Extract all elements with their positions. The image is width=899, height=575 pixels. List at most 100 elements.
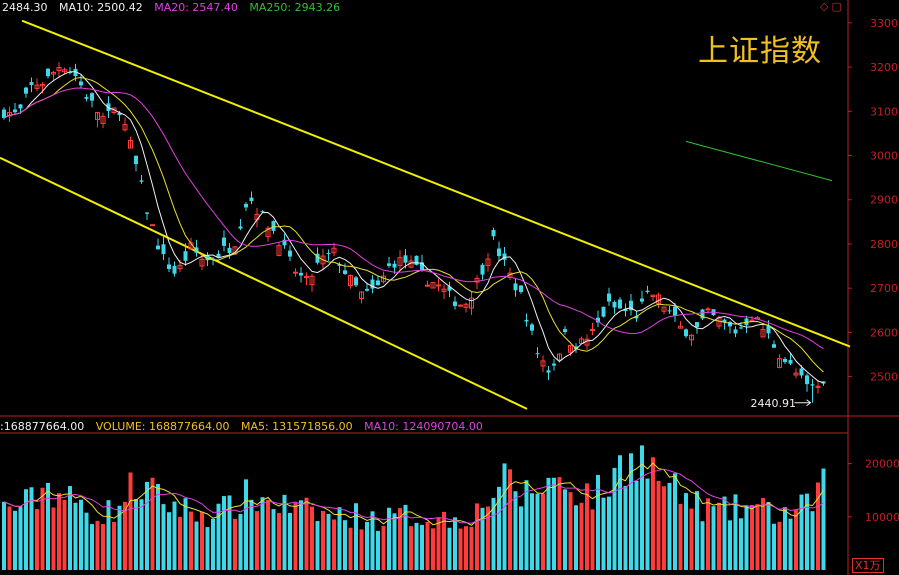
candle-body bbox=[403, 255, 408, 263]
volume-bar bbox=[310, 506, 314, 570]
volume-bar bbox=[821, 468, 826, 570]
volume-bar bbox=[178, 516, 182, 570]
volume-bar bbox=[585, 483, 589, 570]
volume-bar bbox=[255, 511, 259, 570]
candle-body bbox=[414, 255, 419, 265]
volume-bar bbox=[706, 498, 710, 570]
volume-bar bbox=[194, 521, 199, 570]
volume-bar bbox=[150, 477, 155, 570]
volume-bar bbox=[711, 506, 716, 570]
volume-bar bbox=[546, 477, 551, 570]
diamond-icon[interactable]: ◇ bbox=[820, 0, 828, 13]
volume-bar bbox=[288, 512, 292, 570]
volume-bar bbox=[337, 507, 342, 570]
volume-bar bbox=[2, 501, 6, 570]
volume-bar bbox=[761, 498, 765, 570]
volume-bar bbox=[739, 518, 743, 570]
candle-body bbox=[524, 319, 529, 322]
volume-bar bbox=[458, 528, 463, 570]
volume-bar bbox=[277, 512, 281, 570]
candle-body bbox=[772, 344, 776, 348]
volume-bar bbox=[601, 497, 606, 570]
price-tick-label: 3300 bbox=[870, 17, 898, 30]
price-tick-label: 2700 bbox=[870, 282, 898, 295]
volume-bar bbox=[541, 493, 545, 570]
volume-bar bbox=[106, 500, 111, 570]
volume-bar bbox=[370, 511, 375, 570]
volume-bar bbox=[326, 513, 331, 570]
volume-bar bbox=[381, 525, 386, 570]
window-icon[interactable]: ▢ bbox=[831, 0, 841, 13]
volume-bar bbox=[84, 512, 89, 570]
volume-bar bbox=[18, 506, 23, 570]
candle-body bbox=[156, 245, 160, 250]
volume-bar bbox=[519, 506, 523, 570]
volume-bar bbox=[134, 498, 138, 570]
candle-body bbox=[513, 283, 518, 291]
candle-body bbox=[491, 230, 496, 237]
volume-bar bbox=[24, 489, 28, 570]
candle-body bbox=[145, 212, 149, 214]
volume-bar bbox=[607, 496, 611, 570]
price-tick-label: 2800 bbox=[870, 238, 898, 251]
volume-bar bbox=[172, 501, 177, 570]
volume-bar bbox=[266, 499, 270, 570]
volume-bar bbox=[183, 498, 188, 570]
candle-body bbox=[387, 263, 391, 266]
price-tick-label: 2900 bbox=[870, 194, 898, 207]
candle-body bbox=[607, 293, 611, 302]
volume-bar bbox=[227, 495, 232, 570]
volume-bar bbox=[260, 497, 265, 570]
volume-bar bbox=[139, 499, 144, 570]
candle-body bbox=[244, 203, 248, 208]
candle-body bbox=[673, 306, 677, 316]
candle-body bbox=[497, 248, 501, 257]
volume-bar bbox=[332, 519, 336, 570]
volume-bar bbox=[733, 494, 738, 570]
volume-bar bbox=[645, 478, 650, 570]
volume-bar bbox=[315, 521, 320, 570]
kline-chart[interactable]: 2500 2600 2700 2800 2900 3000 3100 3200 3300 1000… bbox=[0, 0, 899, 575]
volume-bar bbox=[744, 505, 749, 570]
volume-bar bbox=[359, 529, 364, 570]
volume-bar bbox=[590, 509, 595, 570]
volume-ma5: MA5: 131571856.00 bbox=[240, 420, 353, 433]
moving-averages bbox=[3, 71, 833, 384]
candle-body bbox=[238, 226, 243, 229]
price-tick-label: 2500 bbox=[870, 371, 898, 384]
candle-body bbox=[799, 368, 804, 376]
volume-bar bbox=[348, 527, 353, 570]
volume-bar bbox=[662, 486, 666, 570]
volume-bar bbox=[568, 492, 573, 570]
candle-body bbox=[84, 97, 89, 99]
volume-bar bbox=[238, 513, 243, 570]
candle-body bbox=[590, 329, 595, 332]
volume-bar bbox=[200, 511, 204, 570]
volume-bar bbox=[766, 502, 771, 570]
volume-bar bbox=[563, 489, 567, 570]
corner-icons[interactable]: ◇ ▢ bbox=[820, 0, 845, 13]
volume-bar bbox=[486, 506, 490, 570]
volume-bar bbox=[282, 494, 287, 570]
volume-bar bbox=[13, 510, 17, 570]
volume-bar bbox=[799, 494, 804, 570]
volume-bar bbox=[101, 524, 105, 570]
candle-body bbox=[667, 310, 672, 312]
volume-bar bbox=[233, 518, 237, 570]
volume-bar bbox=[299, 500, 303, 570]
volume-bar bbox=[700, 521, 705, 570]
volume-value: 168877664.00 bbox=[3, 420, 85, 433]
candle-body bbox=[684, 329, 688, 337]
volume-bar bbox=[557, 477, 562, 570]
volume-bar bbox=[46, 482, 50, 570]
candle-body bbox=[172, 265, 177, 274]
volume-bar bbox=[464, 526, 468, 570]
volume-bar bbox=[469, 526, 474, 570]
candle-body bbox=[392, 263, 397, 268]
candle-body bbox=[788, 360, 793, 364]
volume-unit-label: X1万 bbox=[852, 558, 884, 573]
volume-bar bbox=[695, 491, 699, 570]
volume-bar bbox=[777, 521, 782, 570]
ma5-line bbox=[3, 71, 824, 384]
volume-bar bbox=[79, 499, 83, 570]
